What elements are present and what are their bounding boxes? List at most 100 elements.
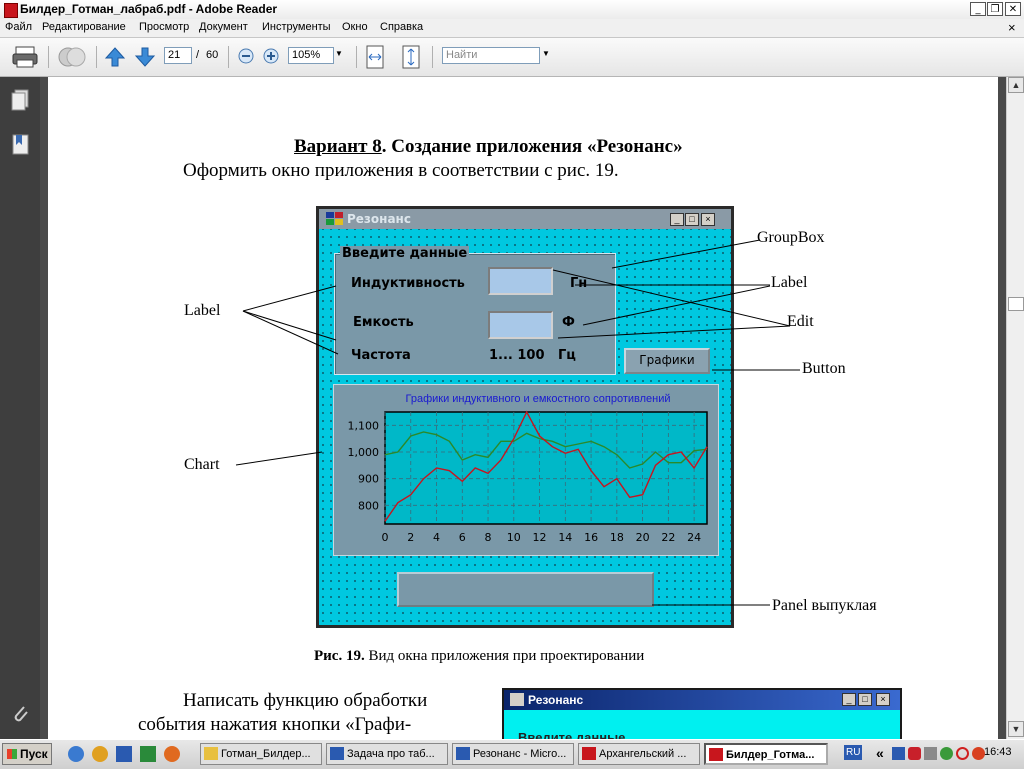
figure-caption: Рис. 19. Вид окна приложения при проекти… [314,648,644,665]
unit-frequency: Гц [558,348,576,363]
figure-minimize-icon: _ [670,213,684,226]
firefox-icon[interactable] [164,746,180,762]
x-tick-label: 6 [459,531,466,544]
ie-icon[interactable] [68,746,84,762]
menu-file[interactable]: Файл [5,21,32,33]
previous-page-icon[interactable] [104,46,126,68]
chart: Графики индуктивного и емкостного сопрот… [348,393,708,544]
fit-width-icon[interactable] [364,44,386,70]
task-label: Резонанс - Micro... [473,748,567,760]
fit-page-icon[interactable] [400,44,422,70]
annotation-button: Button [802,360,846,377]
page-separator: / [196,49,200,61]
media-player-icon[interactable] [92,746,108,762]
task-item-3[interactable]: Архангельский ... [578,743,700,765]
graphs-button: Графики [624,348,710,374]
task-item-0[interactable]: Готман_Билдер... [200,743,322,765]
page-number-input[interactable]: 21 [164,47,192,64]
x-tick-label: 10 [507,531,521,544]
y-tick-label: 1,100 [348,419,380,432]
word-icon[interactable] [116,746,132,762]
next-page-icon[interactable] [134,46,156,68]
close-button[interactable]: ✕ [1005,2,1021,16]
annotation-label-right: Label [771,274,808,291]
pages-icon[interactable] [9,88,31,114]
menu-bar: Файл Редактирование Просмотр Документ Ин… [0,19,1024,38]
page-total: 60 [206,49,219,61]
window-title-bar[interactable]: Билдер_Готман_лабраб.pdf - Adobe Reader … [0,0,1024,20]
minimize-button[interactable]: _ [970,2,986,16]
tray-expand-icon[interactable]: « [876,745,884,761]
instruction-text: Оформить окно приложения в соответствии … [183,160,619,181]
figure-maximize-icon: □ [685,213,699,226]
task-item-4[interactable]: Билдер_Готма... [704,743,828,765]
task-label: Задача про таб... [347,748,435,760]
start-button[interactable]: Пуск [2,743,52,765]
toolbar-separator [356,46,357,68]
system-tray: RU « 16:43 [842,743,1024,765]
scroll-down-icon[interactable]: ▼ [1008,721,1024,737]
pdf-icon [709,748,723,761]
x-tick-label: 2 [407,531,414,544]
x-tick-label: 22 [661,531,675,544]
search-input[interactable]: Найти [442,47,540,64]
tray-icon-network[interactable] [892,747,905,760]
second-figure-app-icon [510,693,524,706]
zoom-dropdown-icon[interactable]: ▼ [335,49,343,58]
menu-tools[interactable]: Инструменты [262,21,331,33]
excel-icon[interactable] [140,746,156,762]
toolbar-separator [228,46,229,68]
menu-help[interactable]: Справка [380,21,423,33]
attachment-icon[interactable] [9,702,31,726]
window-title: Билдер_Готман_лабраб.pdf - Adobe Reader [20,2,278,16]
print-icon[interactable] [12,44,40,70]
unit-capacitance: Ф [562,315,575,330]
tray-icon-security[interactable] [908,747,921,760]
x-tick-label: 18 [610,531,624,544]
tray-icon-settings[interactable] [924,747,937,760]
second-figure-body: Введите данные [504,710,900,739]
vertical-scrollbar[interactable]: ▲ ▼ [1006,77,1024,739]
app-icon [326,212,343,225]
tray-icon-update[interactable] [940,747,953,760]
x-tick-label: 4 [433,531,440,544]
task-label: Билдер_Готма... [726,749,815,761]
toolbar-separator [432,46,433,68]
toolbar-separator [48,46,49,68]
frequency-range: 1... 100 [489,348,545,363]
document-heading: Вариант 8. Создание приложения «Резонанс… [294,136,683,158]
search-dropdown-icon[interactable]: ▼ [542,49,550,58]
second-minimize-icon: _ [842,693,856,706]
navigation-sidebar [0,77,40,739]
zoom-in-icon[interactable] [262,47,280,65]
menu-document[interactable]: Документ [199,21,248,33]
raised-panel [397,572,654,607]
task-label: Архангельский ... [599,748,687,760]
zoom-out-icon[interactable] [237,47,255,65]
task-item-1[interactable]: Задача про таб... [326,743,448,765]
tray-icon-opera[interactable] [956,747,969,760]
menu-edit[interactable]: Редактирование [42,21,126,33]
start-label: Пуск [20,747,48,761]
second-figure-title: Резонанс [528,693,584,707]
label-inductance: Индуктивность [351,276,465,291]
menu-view[interactable]: Просмотр [139,21,189,33]
heading-text: . Создание приложения «Резонанс» [381,136,683,157]
scroll-up-icon[interactable]: ▲ [1008,77,1024,93]
menu-window[interactable]: Окно [342,21,368,33]
edit-capacitance [488,311,553,339]
paragraph-line-1: Написать функцию обработки [183,690,428,711]
chart-title: Графики индуктивного и емкостного сопрот… [406,393,671,405]
paragraph-line-2: события нажатия кнопки «Графи- [138,714,412,735]
zoom-input[interactable]: 105% [288,47,334,64]
task-item-2[interactable]: Резонанс - Micro... [452,743,574,765]
language-indicator[interactable]: RU [844,745,863,760]
plot-area [384,411,708,525]
maximize-button[interactable]: ❐ [987,2,1003,16]
document-close-icon[interactable]: × [1008,20,1016,35]
collaborate-icon[interactable] [56,44,88,70]
label-capacitance: Емкость [353,315,414,330]
scroll-thumb[interactable] [1008,297,1024,311]
bookmarks-icon[interactable] [9,132,31,158]
windows-logo-icon [7,749,17,759]
